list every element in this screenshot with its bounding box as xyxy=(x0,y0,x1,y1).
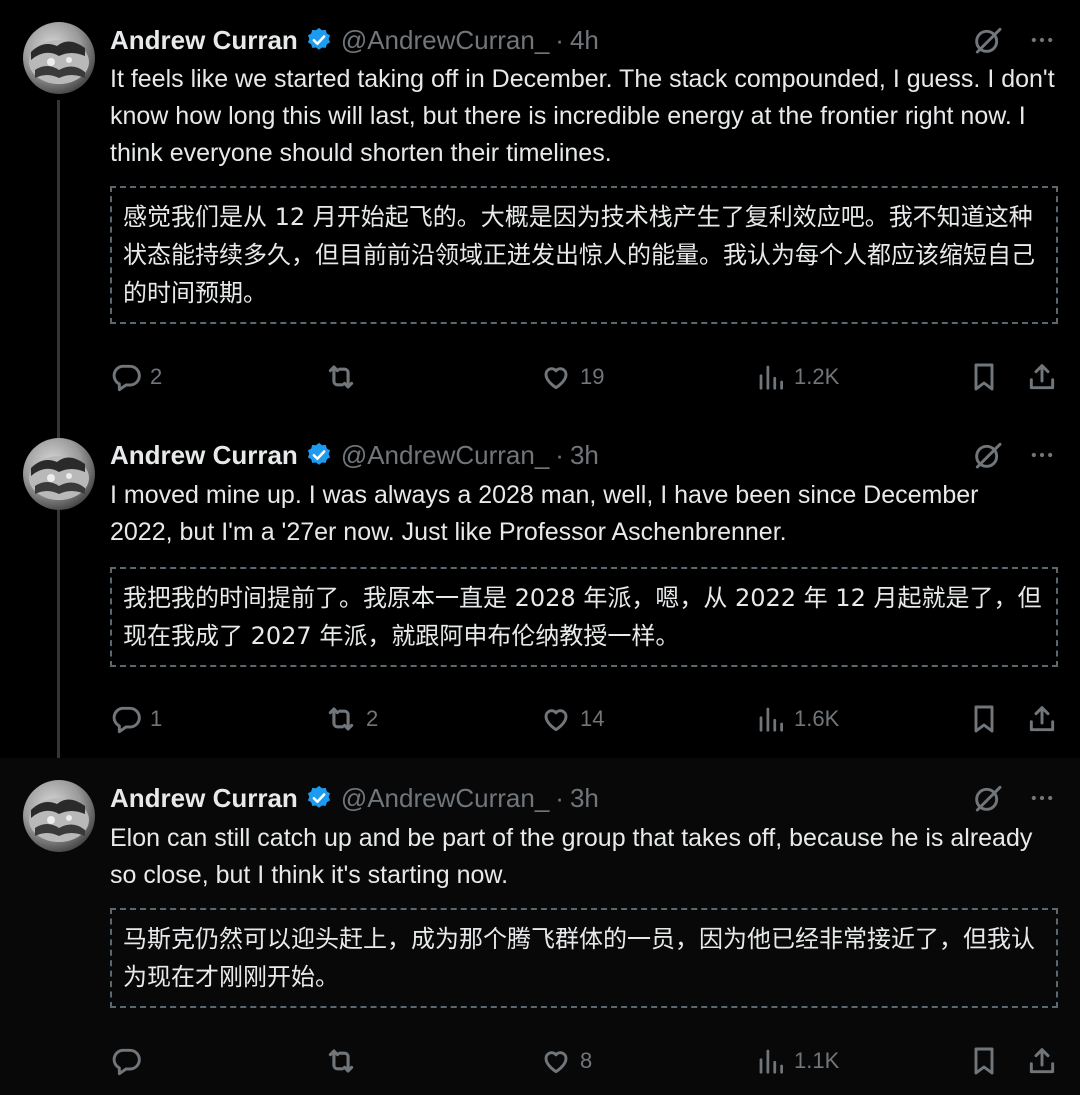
reply-count: 2 xyxy=(150,364,163,389)
like-count: 8 xyxy=(580,1048,593,1073)
share-button[interactable] xyxy=(1026,1041,1058,1081)
more-icon[interactable] xyxy=(1028,784,1056,817)
like-icon xyxy=(544,709,568,732)
share-icon xyxy=(1029,706,1055,732)
like-icon xyxy=(544,1051,568,1074)
tweet-actions: 2 19 1.2K xyxy=(110,357,1058,397)
repost-button[interactable]: 2 xyxy=(324,699,378,739)
tweet[interactable]: Andrew Curran @AndrewCurran_ · 4h It fee… xyxy=(0,0,1080,416)
like-count: 19 xyxy=(580,364,605,389)
more-icon[interactable] xyxy=(1028,441,1056,474)
tweet-actions: 1 2 14 1.6K xyxy=(110,699,1058,739)
avatar[interactable] xyxy=(23,22,95,94)
reply-button[interactable]: 1 xyxy=(110,699,162,739)
repost-count: 2 xyxy=(366,706,379,731)
bookmark-button[interactable] xyxy=(968,357,1000,397)
bookmark-button[interactable] xyxy=(968,1041,1000,1081)
author-handle[interactable]: @AndrewCurran_ xyxy=(341,440,549,471)
repost-icon xyxy=(328,1049,354,1073)
tweet-top-actions xyxy=(972,782,1056,819)
reply-count: 1 xyxy=(150,706,163,731)
verified-badge-icon xyxy=(305,26,333,54)
repost-icon xyxy=(328,707,354,731)
reply-button[interactable]: 2 xyxy=(110,357,162,397)
grok-icon[interactable] xyxy=(972,24,1004,61)
verified-badge-icon xyxy=(305,784,333,812)
reply-button[interactable] xyxy=(110,1041,150,1081)
bookmark-icon xyxy=(974,363,994,391)
views-count: 1.6K xyxy=(794,706,840,731)
grok-icon[interactable] xyxy=(972,439,1004,476)
translation-box: 我把我的时间提前了。我原本一直是 2028 年派，嗯，从 2022 年 12 月… xyxy=(110,567,1058,667)
bookmark-icon xyxy=(974,1047,994,1075)
tweet-header: Andrew Curran @AndrewCurran_ · 4h xyxy=(110,22,599,58)
bookmark-icon xyxy=(974,705,994,733)
tweet-text: Elon can still catch up and be part of t… xyxy=(110,824,1033,889)
bookmark-button[interactable] xyxy=(968,699,1000,739)
avatar[interactable] xyxy=(23,780,95,852)
tweet-top-actions xyxy=(972,439,1056,476)
views-button[interactable]: 1.1K xyxy=(756,1041,839,1081)
share-icon xyxy=(1029,1048,1055,1074)
reply-icon xyxy=(112,364,141,392)
tweet-actions: 8 1.1K xyxy=(110,1041,1058,1081)
separator-dot: · xyxy=(555,439,564,470)
timestamp[interactable]: 4h xyxy=(570,25,599,56)
separator-dot: · xyxy=(555,782,564,813)
tweet[interactable]: Andrew Curran @AndrewCurran_ · 3h Elon c… xyxy=(0,758,1080,1095)
views-count: 1.2K xyxy=(794,364,840,389)
tweet-top-actions xyxy=(972,24,1056,61)
views-icon xyxy=(759,365,783,390)
author-name[interactable]: Andrew Curran xyxy=(110,440,298,471)
more-icon[interactable] xyxy=(1028,26,1056,59)
tweet-header: Andrew Curran @AndrewCurran_ · 3h xyxy=(110,437,599,473)
views-icon xyxy=(759,1049,783,1074)
reply-icon xyxy=(112,1048,141,1076)
repost-button[interactable] xyxy=(324,1041,366,1081)
views-icon xyxy=(759,707,783,732)
like-button[interactable]: 19 xyxy=(540,357,604,397)
tweet-header: Andrew Curran @AndrewCurran_ · 3h xyxy=(110,780,599,816)
author-name[interactable]: Andrew Curran xyxy=(110,25,298,56)
separator-dot: · xyxy=(555,24,564,55)
grok-icon[interactable] xyxy=(972,782,1004,819)
timestamp[interactable]: 3h xyxy=(570,440,599,471)
like-button[interactable]: 14 xyxy=(540,699,604,739)
translation-box: 马斯克仍然可以迎头赶上，成为那个腾飞群体的一员，因为他已经非常接近了，但我认为现… xyxy=(110,908,1058,1008)
verified-badge-icon xyxy=(305,441,333,469)
author-handle[interactable]: @AndrewCurran_ xyxy=(341,25,549,56)
repost-button[interactable] xyxy=(324,357,366,397)
timestamp[interactable]: 3h xyxy=(570,783,599,814)
views-button[interactable]: 1.6K xyxy=(756,699,839,739)
views-button[interactable]: 1.2K xyxy=(756,357,839,397)
reply-icon xyxy=(112,706,141,734)
share-button[interactable] xyxy=(1026,699,1058,739)
like-icon xyxy=(544,367,568,390)
tweet[interactable]: Andrew Curran @AndrewCurran_ · 3h I move… xyxy=(0,416,1080,758)
author-name[interactable]: Andrew Curran xyxy=(110,783,298,814)
share-button[interactable] xyxy=(1026,357,1058,397)
tweet-text: I moved mine up. I was always a 2028 man… xyxy=(110,481,979,546)
tweet-text: It feels like we started taking off in D… xyxy=(110,65,1055,167)
like-count: 14 xyxy=(580,706,605,731)
translation-box: 感觉我们是从 12 月开始起飞的。大概是因为技术栈产生了复利效应吧。我不知道这种… xyxy=(110,186,1058,324)
share-icon xyxy=(1029,364,1055,390)
author-handle[interactable]: @AndrewCurran_ xyxy=(341,783,549,814)
repost-icon xyxy=(328,365,354,389)
views-count: 1.1K xyxy=(794,1048,840,1073)
avatar[interactable] xyxy=(23,438,95,510)
like-button[interactable]: 8 xyxy=(540,1041,592,1081)
